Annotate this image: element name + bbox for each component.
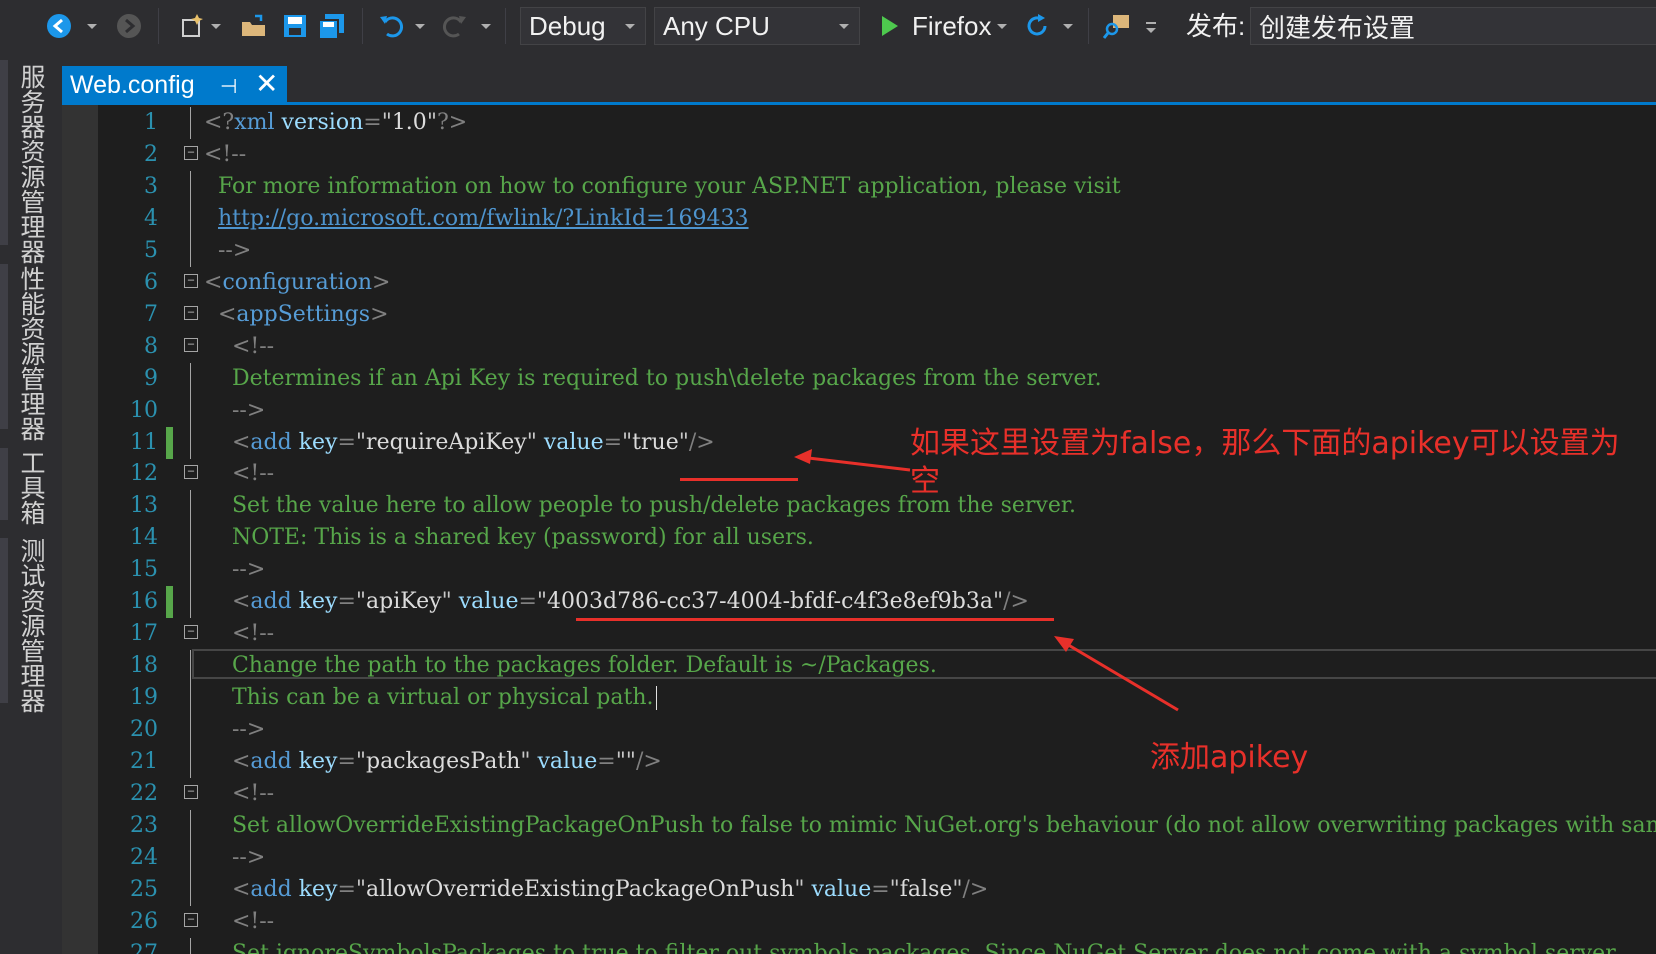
annotation-note-requireapikey: 如果这里设置为false，那么下面的apikey可以设置为	[910, 426, 1620, 461]
arrow-icon	[794, 449, 911, 472]
arrow-icon	[1054, 636, 1179, 712]
annotation-arrows	[794, 449, 1179, 712]
annotation-note-add-apikey: 添加apikey	[1150, 740, 1309, 775]
annotation-note-requireapikey-cont: 空	[910, 464, 940, 499]
